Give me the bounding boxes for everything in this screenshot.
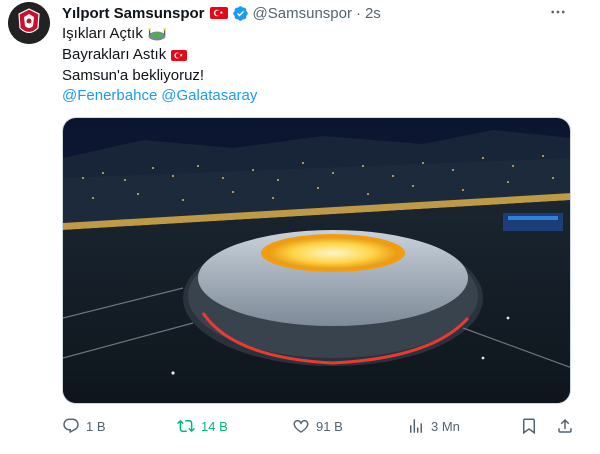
views-count: 3 Mn (431, 418, 460, 434)
verified-icon (232, 5, 248, 21)
tweet-header: Yılport Samsunspor @Samsunspor · 2s (62, 4, 381, 22)
tweet-line: Bayrakları Astık (62, 45, 188, 65)
like-count: 91 B (316, 418, 343, 434)
mention-fenerbahce[interactable]: @Fenerbahce (62, 86, 157, 106)
reply-count: 1 B (86, 418, 106, 434)
like-button[interactable]: 91 B (292, 414, 343, 438)
action-bar: 1 B 14 B 91 B 3 Mn (62, 414, 574, 438)
author-name[interactable]: Yılport Samsunspor (62, 5, 205, 22)
views-button[interactable]: 3 Mn (407, 414, 460, 438)
like-icon (293, 419, 309, 433)
tweet-text-line1: Işıkları Açtık (62, 25, 143, 42)
turkey-flag-icon (171, 49, 188, 61)
author-handle[interactable]: @Samsunspor (253, 5, 352, 22)
turkey-flag-icon (209, 7, 228, 19)
tweet-line: @Fenerbahce @Galatasaray (62, 86, 257, 106)
more-button[interactable] (546, 2, 570, 22)
mention-galatasaray[interactable]: @Galatasaray (161, 86, 257, 106)
tweet[interactable]: Yılport Samsunspor @Samsunspor · 2s Işık… (0, 0, 600, 454)
stadium-icon (148, 27, 166, 41)
bookmark-button[interactable] (520, 414, 538, 438)
reply-button[interactable]: 1 B (62, 414, 106, 438)
tweet-text-line2: Bayrakları Astık (62, 46, 167, 63)
avatar[interactable] (8, 2, 50, 44)
separator: · (355, 4, 361, 22)
bookmark-icon (523, 418, 535, 435)
retweet-button[interactable]: 14 B (177, 414, 228, 438)
reply-icon (63, 418, 79, 434)
retweet-count: 14 B (201, 418, 228, 434)
views-icon (410, 419, 422, 433)
tweet-image[interactable] (62, 117, 571, 404)
tweet-line: Samsun'a bekliyoruz! (62, 66, 204, 86)
share-button[interactable] (556, 414, 574, 438)
tweet-line: Işıkları Açtık (62, 24, 166, 44)
tweet-text-line3: Samsun'a bekliyoruz! (62, 67, 205, 84)
more-icon (551, 10, 565, 14)
timestamp[interactable]: 2s (365, 5, 381, 22)
share-icon (558, 418, 572, 433)
retweet-icon (177, 419, 195, 433)
